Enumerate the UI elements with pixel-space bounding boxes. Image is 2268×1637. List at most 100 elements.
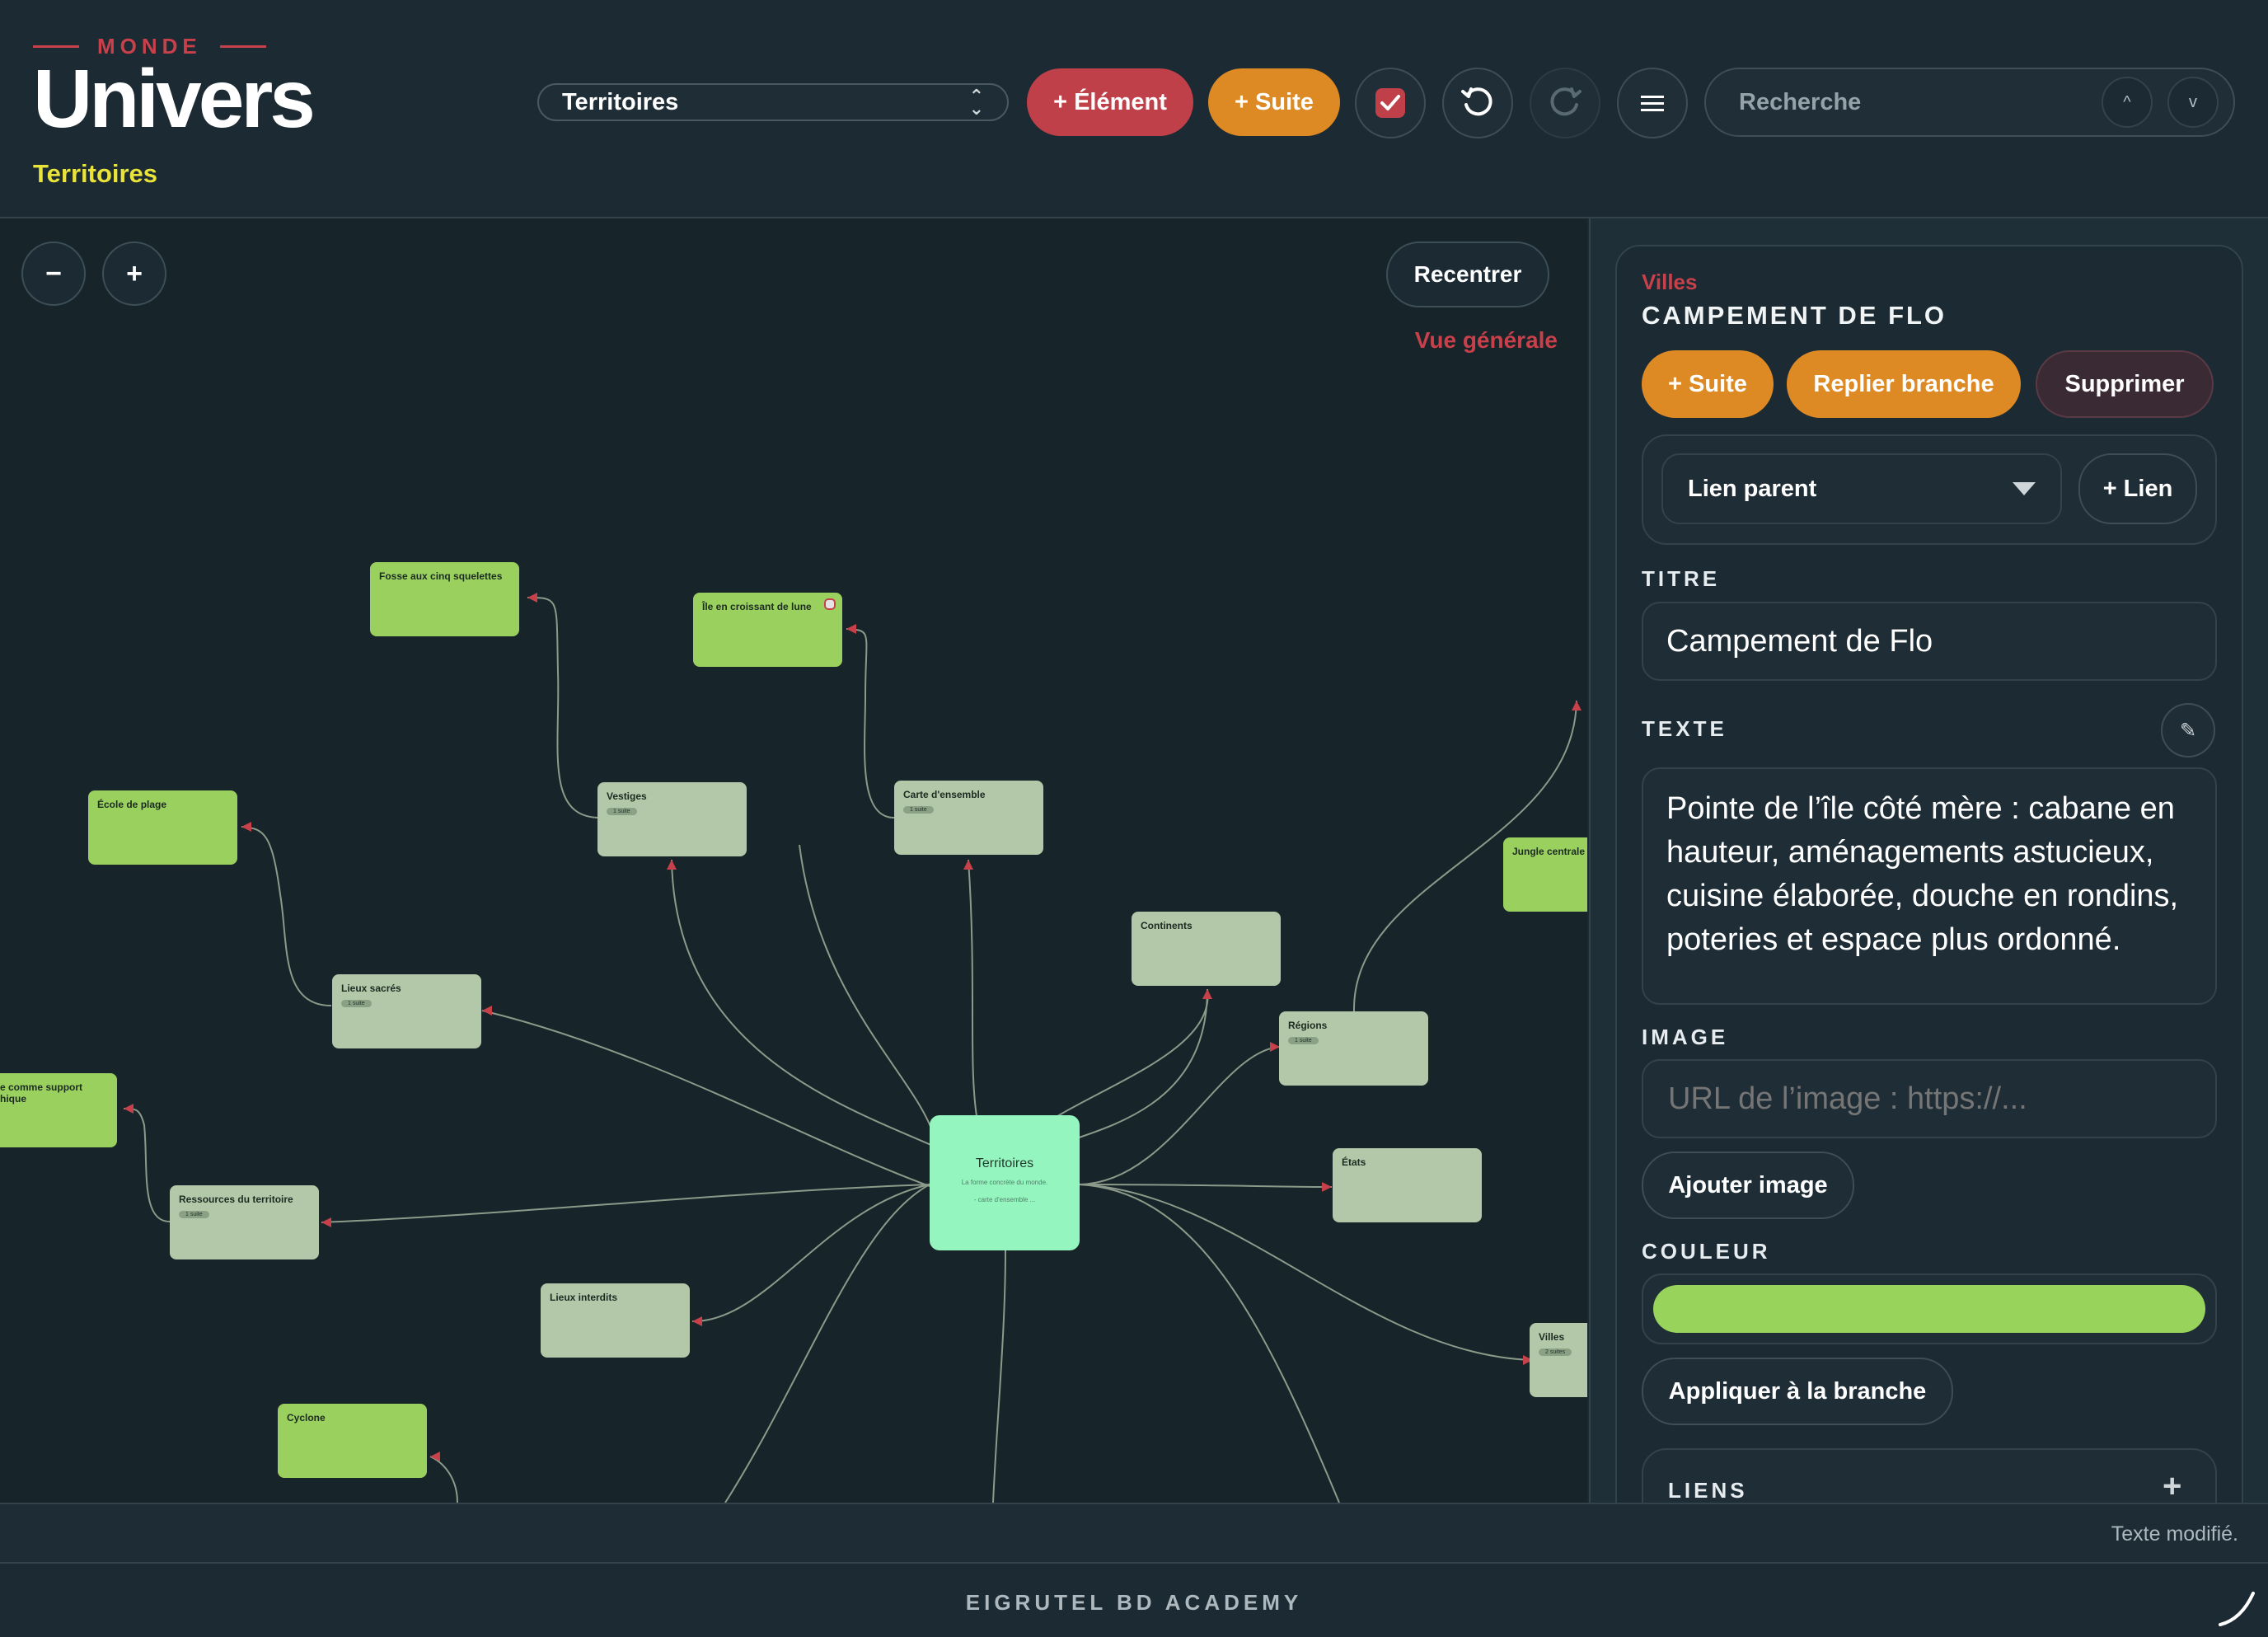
undo-button[interactable]: [1442, 68, 1513, 138]
undo-icon: [1461, 87, 1492, 116]
node-villes[interactable]: Villes 2 suites: [1530, 1323, 1587, 1397]
panel-add-suite-button[interactable]: + Suite: [1642, 350, 1774, 418]
search-previous-button[interactable]: ^: [2102, 77, 2153, 128]
node-etats[interactable]: États: [1333, 1148, 1482, 1222]
image-label: IMAGE: [1642, 1025, 1729, 1049]
node-support[interactable]: e comme support hique: [0, 1073, 117, 1147]
node-cyclone[interactable]: Cyclone: [278, 1404, 427, 1478]
plus-icon: +: [126, 257, 143, 289]
node-title: Carte d'ensemble: [903, 789, 986, 800]
status-message: Texte modifié.: [2111, 1522, 2238, 1546]
text-field[interactable]: Pointe de l’île côté mère : cabane en ha…: [1642, 767, 2217, 1005]
mindmap-canvas[interactable]: − + Recentrer Vue générale Territoires L…: [0, 218, 1587, 1503]
edge-territoires-lieux-interdits: [691, 1184, 930, 1323]
dropdown-arrow-icon: [2013, 482, 2036, 495]
node-jungle[interactable]: Jungle centrale: [1503, 837, 1587, 912]
arrow-ecole: [241, 822, 251, 832]
edge-territoires-lieux-sacres: [481, 1010, 930, 1187]
node-title: Régions: [1288, 1020, 1328, 1031]
arrow-fosse: [527, 593, 537, 603]
arrow-jungle: [1572, 701, 1582, 711]
node-badge: 1 suite: [341, 1000, 372, 1007]
node-heading: CAMPEMENT DE FLO: [1642, 301, 1947, 330]
image-url-input[interactable]: [1666, 1080, 2197, 1118]
arrow-ile: [846, 624, 856, 634]
overview-link[interactable]: Vue générale: [1360, 327, 1558, 354]
node-description-2: - carte d'ensemble ...: [973, 1196, 1036, 1203]
node-ressources[interactable]: Ressources du territoire 1 suite: [170, 1185, 319, 1259]
eyebrow-line-right: [219, 45, 266, 48]
chevron-up-icon: ^: [2123, 92, 2131, 111]
add-element-button[interactable]: + Élément: [1027, 68, 1193, 136]
node-territoires[interactable]: Territoires La forme concrète du monde. …: [930, 1115, 1080, 1250]
node-ile[interactable]: Île en croissant de lune: [693, 593, 842, 667]
arrow-support: [124, 1104, 134, 1114]
node-carte[interactable]: Carte d'ensemble 1 suite: [894, 781, 1043, 855]
add-link-button[interactable]: + Lien: [2078, 453, 2197, 524]
status-bar: Texte modifié.: [0, 1503, 2268, 1564]
search-next-button[interactable]: v: [2167, 77, 2219, 128]
node-continents[interactable]: Continents: [1132, 912, 1281, 986]
recenter-button[interactable]: Recentrer: [1386, 242, 1549, 307]
updown-chevron-icon: ⌃ ⌄: [968, 85, 984, 119]
node-title: École de plage: [97, 799, 167, 810]
current-section-title: Territoires: [33, 159, 158, 188]
node-fosse[interactable]: Fosse aux cinq squelettes: [370, 562, 519, 636]
node-title: Villes: [1539, 1331, 1565, 1343]
app-title: Univers: [33, 53, 316, 145]
node-badge: 2 suites: [1539, 1349, 1572, 1356]
node-badge: 1 suite: [1288, 1037, 1319, 1044]
node-vestiges[interactable]: Vestiges 1 suite: [597, 782, 747, 856]
node-title: Jungle centrale: [1512, 846, 1586, 857]
node-lieux-sacres[interactable]: Lieux sacrés 1 suite: [332, 974, 481, 1048]
fold-branch-button[interactable]: Replier branche: [1787, 350, 2021, 418]
search-input[interactable]: [1737, 87, 2087, 117]
section-select[interactable]: Territoires ⌃ ⌄: [537, 83, 1009, 121]
image-url-field[interactable]: [1642, 1059, 2217, 1138]
node-badge: 1 suite: [179, 1211, 209, 1218]
color-label: COULEUR: [1642, 1239, 1771, 1264]
arrow-carte: [963, 860, 973, 870]
node-title: e comme support: [0, 1081, 83, 1093]
connection-lines: [123, 593, 1582, 1503]
hamburger-menu-icon: [1641, 96, 1664, 111]
details-panel: Villes CAMPEMENT DE FLO + Suite Replier …: [1589, 218, 2268, 1564]
link-type-select[interactable]: Lien parent: [1661, 453, 2062, 524]
validate-button[interactable]: [1355, 68, 1426, 138]
edge-cyclone: [429, 1456, 458, 1503]
node-badge: 1 suite: [903, 806, 934, 814]
edge-territoires-ressources: [321, 1184, 930, 1223]
eyebrow-line-left: [33, 45, 79, 48]
node-title: Fosse aux cinq squelettes: [379, 570, 503, 582]
add-link-plus-icon[interactable]: +: [2163, 1468, 2181, 1505]
zoom-out-button[interactable]: −: [21, 242, 86, 306]
delete-button[interactable]: Supprimer: [2036, 350, 2214, 418]
edge-territoires-etats: [1079, 1184, 1333, 1188]
edit-text-button[interactable]: ✎: [2161, 703, 2215, 758]
node-lieux-interdits[interactable]: Lieux interdits: [541, 1283, 690, 1358]
node-description: La forme concrète du monde.: [961, 1179, 1048, 1186]
node-title: Continents: [1141, 920, 1193, 931]
zoom-in-button[interactable]: +: [102, 242, 166, 306]
title-field[interactable]: Campement de Flo: [1642, 602, 2217, 681]
arrow-vestiges: [667, 860, 677, 870]
node-title: États: [1342, 1156, 1366, 1168]
menu-button[interactable]: [1617, 68, 1688, 138]
node-regions[interactable]: Régions 1 suite: [1279, 1011, 1428, 1086]
node-ecole[interactable]: École de plage: [88, 790, 237, 865]
resize-handle-icon[interactable]: [2217, 1588, 2256, 1628]
apply-branch-button[interactable]: Appliquer à la branche: [1642, 1358, 1953, 1425]
edge-vestiges-fosse: [527, 597, 601, 818]
checkbox-checked-icon: [1375, 88, 1405, 118]
text-label: TEXTE: [1642, 716, 1727, 741]
redo-button[interactable]: [1530, 68, 1600, 138]
node-category: Villes: [1642, 270, 1698, 294]
add-image-button[interactable]: Ajouter image: [1642, 1152, 1854, 1219]
color-picker[interactable]: [1642, 1273, 2217, 1344]
arrow-etats: [1322, 1182, 1332, 1192]
node-title: Lieux interdits: [550, 1292, 618, 1303]
add-suite-button[interactable]: + Suite: [1208, 68, 1340, 136]
edge-lieux-sacres-ecole: [241, 826, 332, 1006]
link-type-value: Lien parent: [1688, 475, 1817, 502]
minus-icon: −: [45, 257, 62, 289]
